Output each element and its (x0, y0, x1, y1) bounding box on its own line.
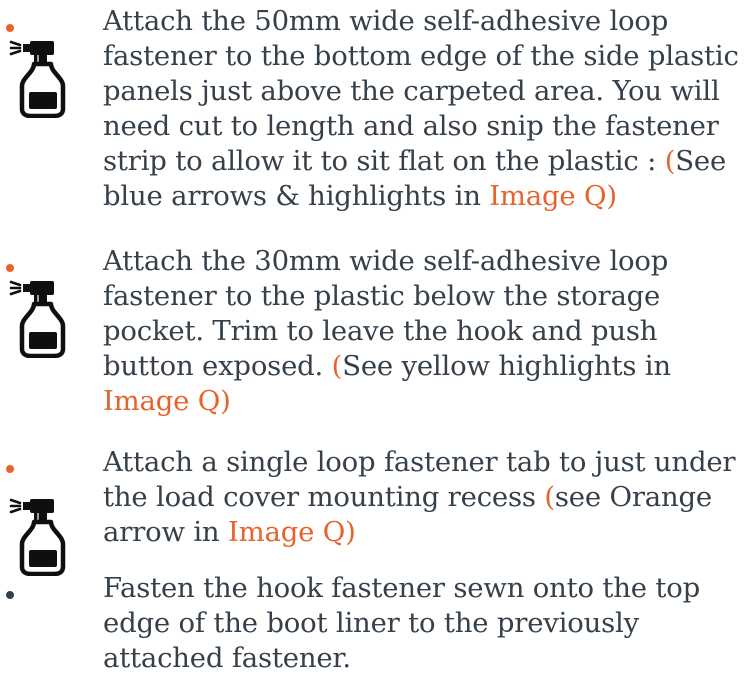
bullet-marker (6, 264, 14, 272)
text-line: arrow in Image Q) (103, 515, 743, 550)
spray-bottle-icon (8, 496, 74, 577)
text-segment: fastener to the bottom edge of the side … (103, 40, 739, 72)
image-reference-link: Image Q) (103, 385, 231, 417)
text-segment: fastener to the plastic below the storag… (103, 280, 661, 312)
text-segment: arrow in (103, 516, 228, 548)
list-item-text: Fasten the hook fastener sewn onto the t… (103, 571, 743, 676)
text-segment: See (675, 145, 727, 177)
text-line: Fasten the hook fastener sewn onto the t… (103, 571, 743, 606)
text-line: Image Q) (103, 384, 743, 419)
text-line: attached fastener. (103, 641, 743, 676)
text-segment: the load cover mounting recess (103, 481, 545, 513)
text-line: Attach the 30mm wide self-adhesive loop (103, 244, 743, 279)
text-segment: blue arrows & highlights in (103, 180, 490, 212)
text-segment: panels just above the carpeted area. You… (103, 75, 720, 107)
text-segment: edge of the boot liner to the previously (103, 607, 639, 639)
text-segment: See yellow highlights in (342, 350, 671, 382)
text-line: Attach a single loop fastener tab to jus… (103, 445, 743, 480)
text-line: panels just above the carpeted area. You… (103, 74, 743, 109)
text-segment: attached fastener. (103, 642, 351, 674)
text-line: fastener to the plastic below the storag… (103, 279, 743, 314)
bullet-marker (6, 24, 14, 32)
text-segment: see Orange (554, 481, 712, 513)
image-reference-link: Image Q) (489, 180, 617, 212)
text-segment: Attach a single loop fastener tab to jus… (103, 446, 736, 478)
text-segment: pocket. Trim to leave the hook and push (103, 315, 658, 347)
bullet-marker (6, 591, 14, 599)
text-segment: need cut to length and also snip the fas… (103, 110, 719, 142)
text-line: fastener to the bottom edge of the side … (103, 39, 743, 74)
text-line: button exposed. (See yellow highlights i… (103, 349, 743, 384)
text-segment: Fasten the hook fastener sewn onto the t… (103, 572, 700, 604)
text-segment: button exposed. (103, 350, 332, 382)
image-reference-link: Image Q) (227, 516, 356, 548)
list-item-text: Attach the 50mm wide self-adhesive loop f… (103, 4, 743, 214)
spray-bottle-icon (8, 38, 74, 119)
text-segment: Attach the 30mm wide self-adhesive loop (103, 245, 669, 277)
text-line: blue arrows & highlights in Image Q) (103, 179, 743, 214)
image-reference-link: ( (331, 350, 343, 382)
image-reference-link: ( (544, 481, 555, 513)
text-segment: Attach the 50mm wide self-adhesive loop (103, 5, 669, 37)
text-line: pocket. Trim to leave the hook and push (103, 314, 743, 349)
bullet-marker (6, 465, 14, 473)
spray-bottle-icon (8, 278, 74, 359)
text-line: the load cover mounting recess (see Oran… (103, 480, 743, 515)
text-line: strip to allow it to sit flat on the pla… (103, 144, 743, 179)
text-segment: strip to allow it to sit flat on the pla… (103, 145, 665, 177)
image-reference-link: ( (664, 145, 676, 177)
text-line: edge of the boot liner to the previously (103, 606, 743, 641)
text-line: Attach the 50mm wide self-adhesive loop (103, 4, 743, 39)
list-item-text: Attach a single loop fastener tab to jus… (103, 445, 743, 550)
text-line: need cut to length and also snip the fas… (103, 109, 743, 144)
list-item-text: Attach the 30mm wide self-adhesive loop f… (103, 244, 743, 419)
